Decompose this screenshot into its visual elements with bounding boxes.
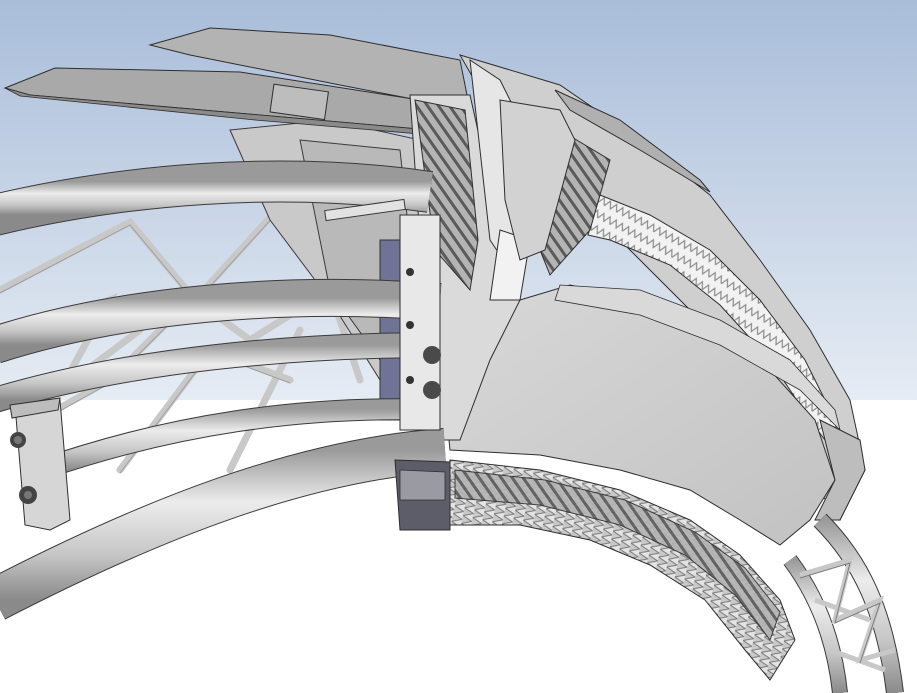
cad-render-scene	[0, 0, 917, 693]
center-mount-plate	[399, 214, 441, 431]
